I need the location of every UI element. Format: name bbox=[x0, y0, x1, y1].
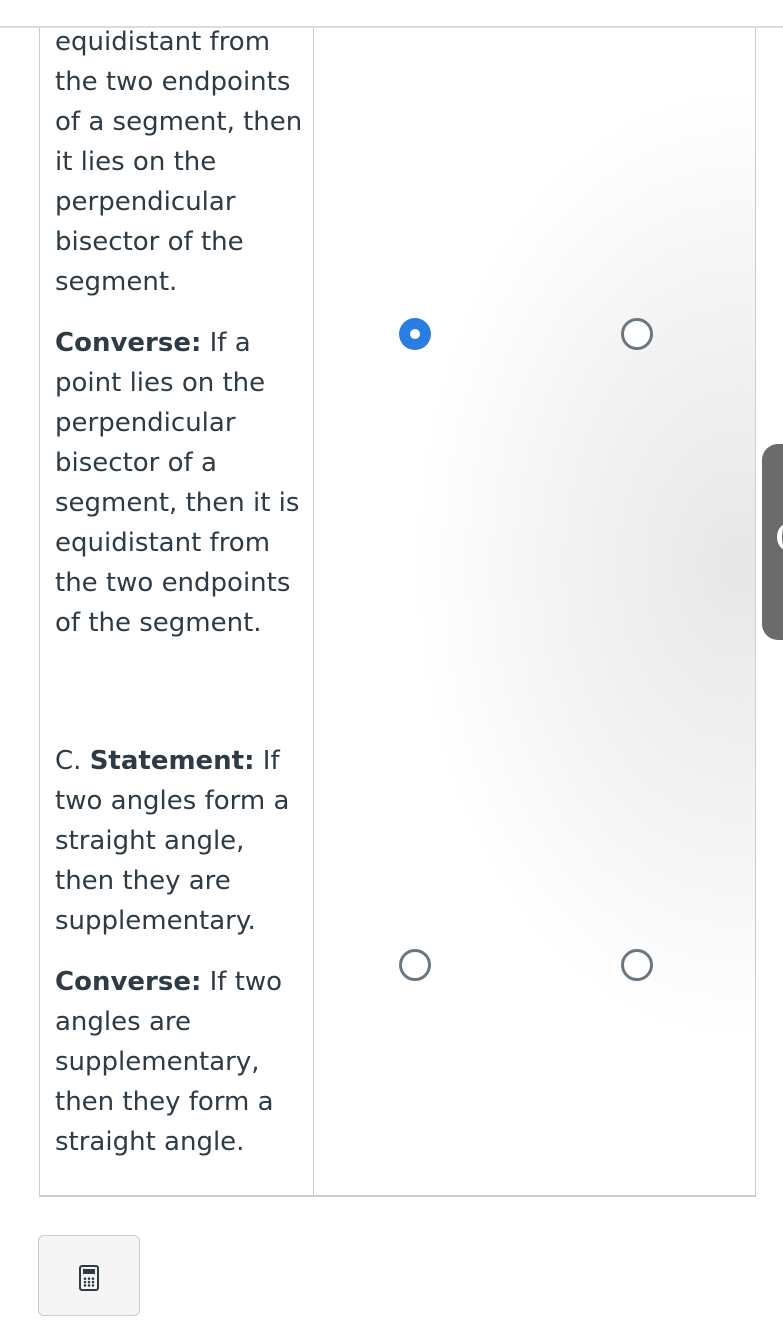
calculator-keys bbox=[83, 1277, 95, 1287]
row-c-converse-text: Converse: If two angles are supplementar… bbox=[55, 962, 305, 1162]
table-column-divider bbox=[313, 28, 314, 1196]
row-b-converse-label: Converse: bbox=[55, 328, 202, 358]
calculator-screen bbox=[83, 1269, 95, 1274]
shaded-answer-area bbox=[314, 28, 755, 1195]
table-right-border bbox=[755, 28, 756, 1196]
calculator-button[interactable] bbox=[38, 1235, 140, 1316]
row-c-option-2-radio[interactable] bbox=[621, 949, 653, 981]
table-bottom-border bbox=[39, 1195, 756, 1197]
row-b-option-2-radio[interactable] bbox=[621, 318, 653, 350]
row-b-option-1-radio[interactable] bbox=[399, 318, 431, 350]
row-c-statement-label: Statement: bbox=[89, 746, 255, 776]
row-c-converse-label: Converse: bbox=[55, 967, 202, 997]
table-left-border bbox=[39, 28, 40, 1196]
radio-selected-dot bbox=[410, 329, 420, 339]
row-b-statement-tail: equidistant from the two endpoints of a … bbox=[55, 27, 303, 297]
row-c-statement-text: C. Statement: If two angles form a strai… bbox=[55, 741, 305, 941]
calculator-icon bbox=[79, 1265, 99, 1291]
row-b-converse-body: If a point lies on the perpendicular bis… bbox=[55, 328, 300, 638]
row-c-letter: C. bbox=[55, 746, 90, 776]
row-c-option-1-radio[interactable] bbox=[399, 949, 431, 981]
row-b-statement-text: equidistant from the two endpoints of a … bbox=[55, 22, 305, 302]
row-b-converse-text: Converse: If a point lies on the perpend… bbox=[55, 323, 305, 643]
